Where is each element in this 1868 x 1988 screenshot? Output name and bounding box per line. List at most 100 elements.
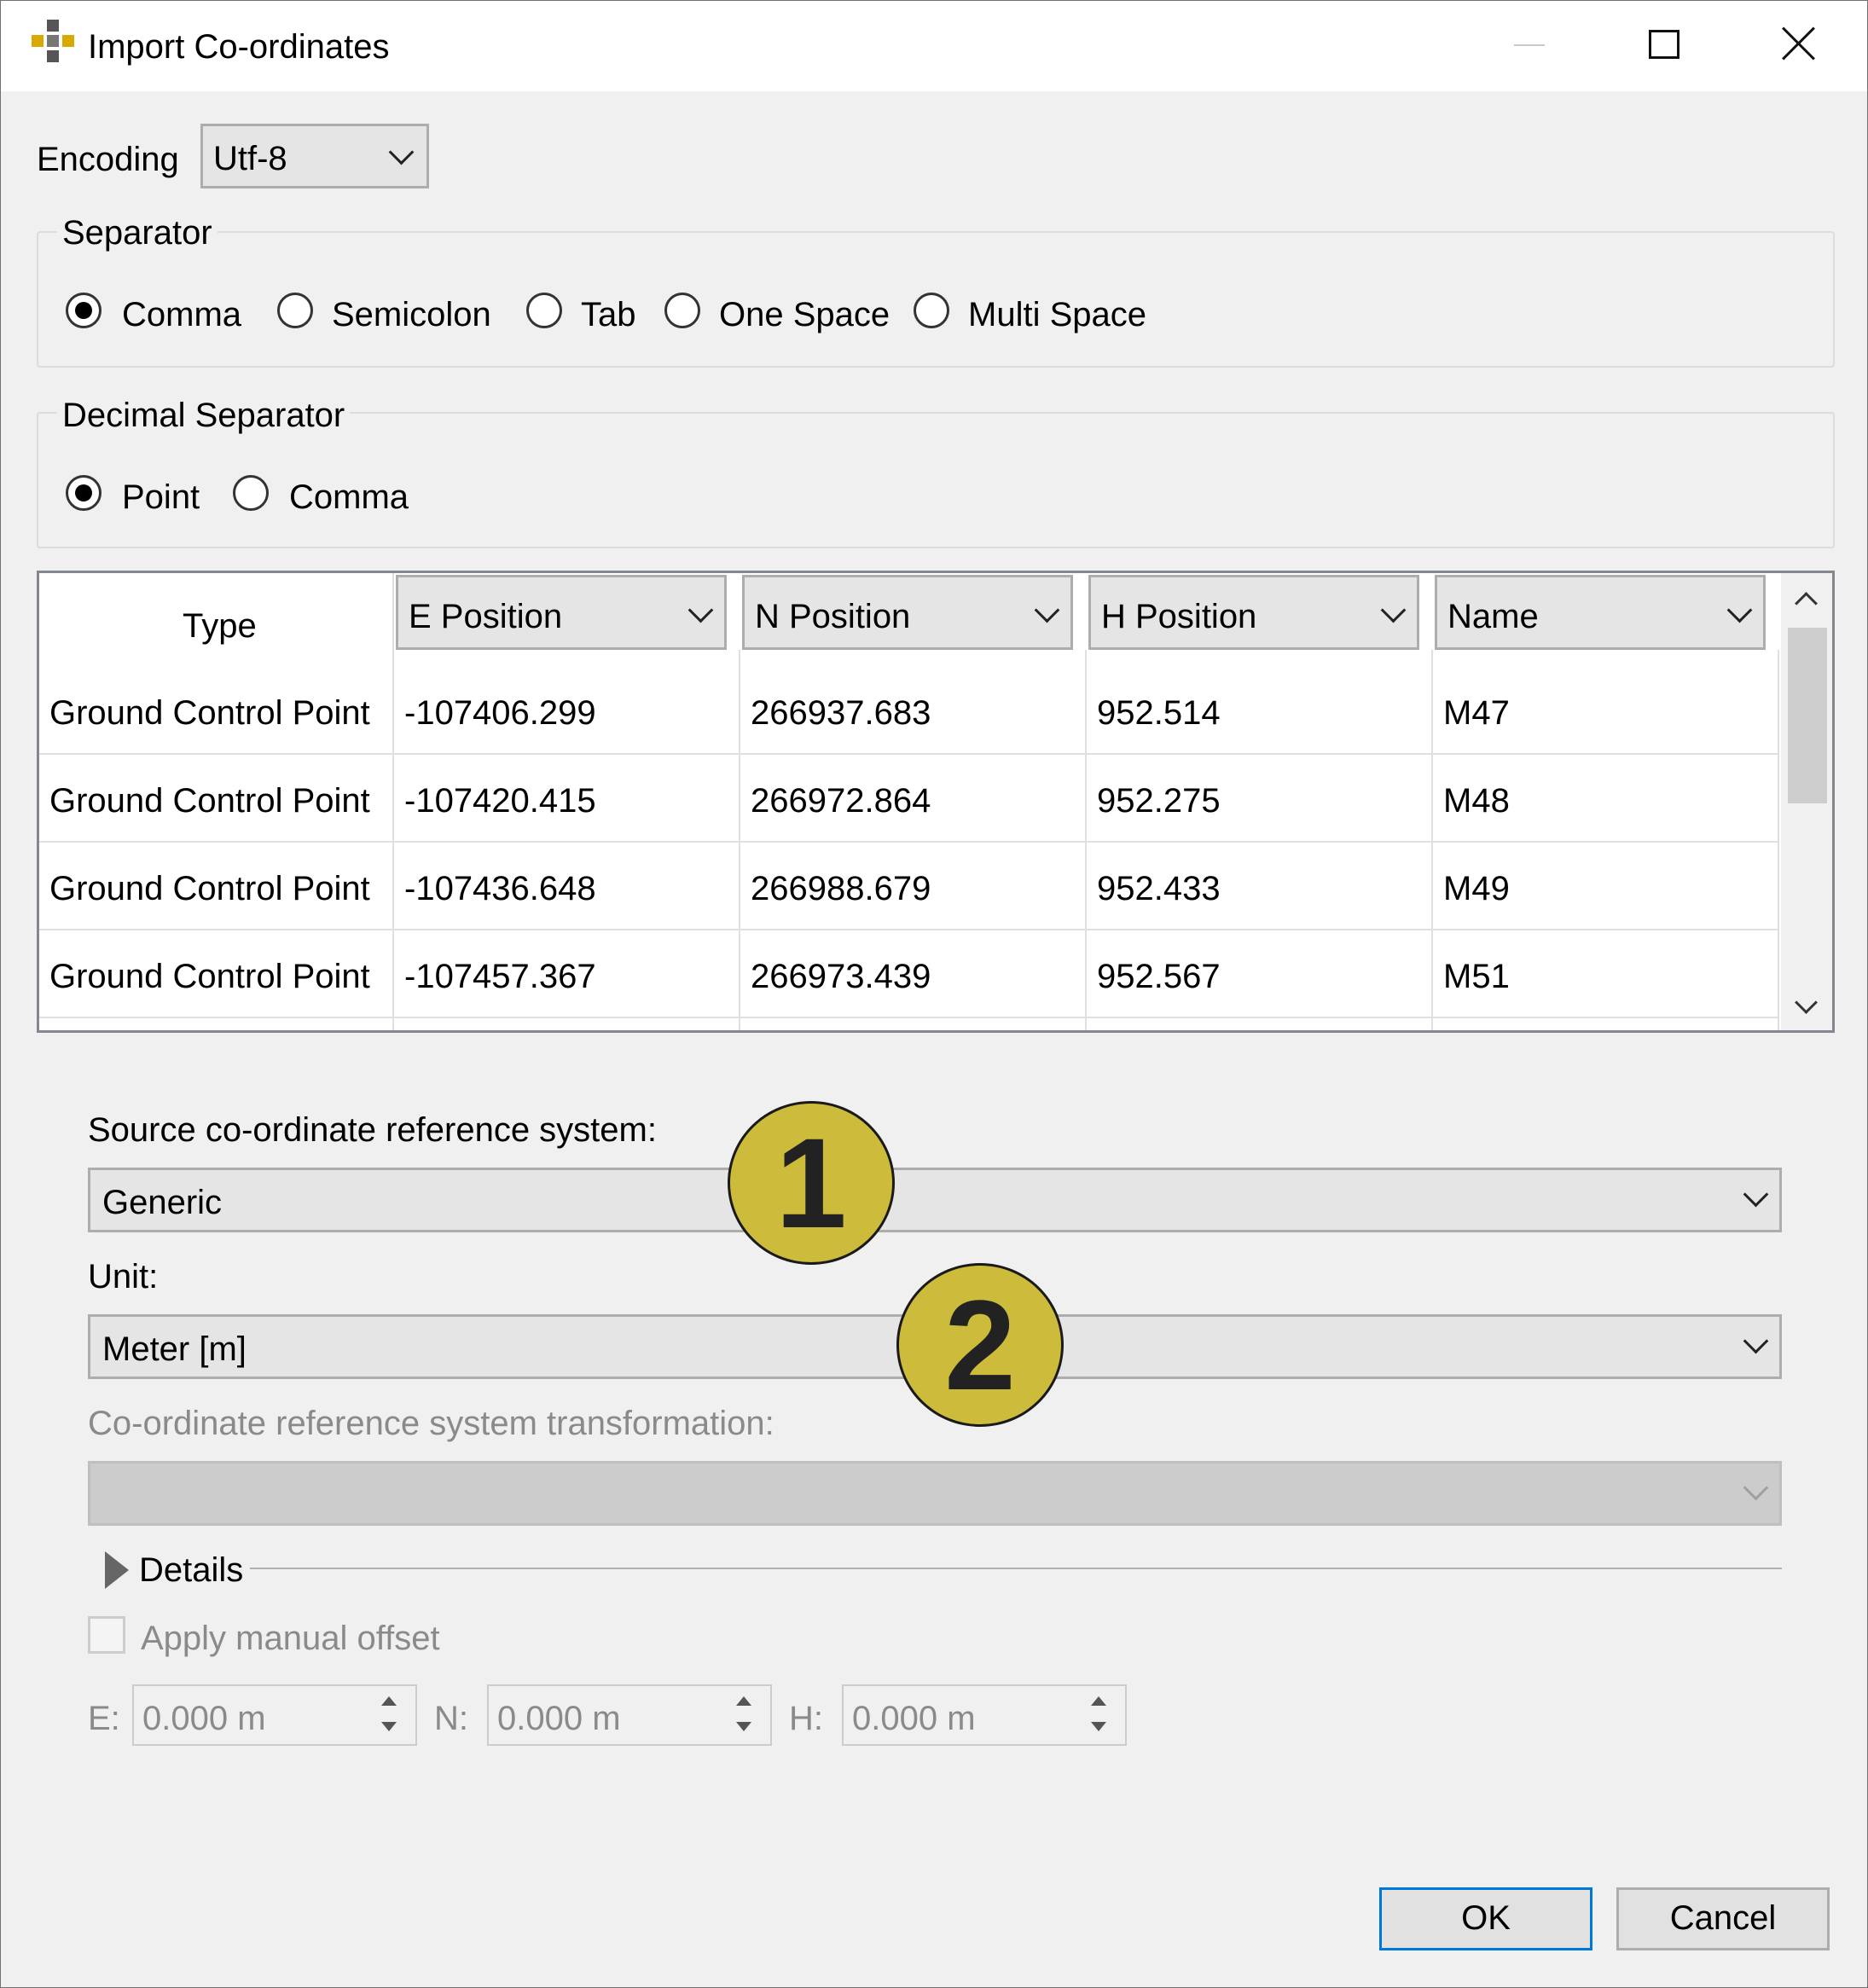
maximize-icon[interactable] (1649, 30, 1679, 59)
spin-up-icon[interactable] (381, 1696, 397, 1706)
window-title: Import Co-ordinates (88, 28, 390, 66)
offset-e-label: E: (88, 1700, 120, 1737)
apply-offset-label: Apply manual offset (141, 1620, 440, 1657)
cell-n-position: 266937.683 (751, 694, 931, 732)
cell-e-position: -107406.299 (404, 694, 596, 732)
chevron-down-icon (1380, 597, 1407, 623)
separator-semicolon-label[interactable]: Semicolon (332, 298, 491, 332)
offset-e-value: 0.000 m (142, 1700, 266, 1737)
cell-h-position: 952.514 (1097, 694, 1221, 732)
ok-button[interactable]: OK (1379, 1887, 1592, 1950)
column-header-n-position[interactable]: N Position (742, 575, 1073, 650)
chevron-down-icon (388, 139, 415, 165)
vertical-scrollbar[interactable] (1781, 573, 1832, 1030)
column-divider (1778, 650, 1779, 1030)
column-header-h-position[interactable]: H Position (1088, 575, 1419, 650)
scroll-up-icon[interactable] (1795, 592, 1818, 615)
details-label: Details (139, 1551, 244, 1589)
radio-selected-dot (75, 484, 92, 501)
expand-triangle-icon (105, 1551, 129, 1589)
separator-one-space-label[interactable]: One Space (719, 298, 890, 332)
offset-h-value: 0.000 m (852, 1700, 976, 1737)
offset-n-label: N: (434, 1700, 468, 1737)
scrollbar-thumb[interactable] (1788, 628, 1827, 803)
offset-h-spinbox[interactable]: 0.000 m (842, 1684, 1127, 1746)
separator-tab-radio[interactable] (526, 293, 562, 328)
offset-n-spinbox[interactable]: 0.000 m (487, 1684, 772, 1746)
separator-semicolon-radio[interactable] (277, 293, 313, 328)
annotation-badge-2: 2 (896, 1263, 1064, 1427)
crs-transformation-label: Co-ordinate reference system transformat… (88, 1405, 774, 1442)
radio-selected-dot (75, 302, 92, 319)
decimal-point-radio[interactable] (66, 475, 102, 511)
cell-type: Ground Control Point (49, 782, 370, 820)
separator-one-space-radio[interactable] (664, 293, 700, 328)
cell-name: M49 (1443, 870, 1510, 907)
coordinates-table: Type E Position N Position H Position Na… (37, 571, 1835, 1033)
spin-down-icon[interactable] (381, 1722, 397, 1731)
app-icon (32, 20, 76, 64)
spin-up-icon[interactable] (1091, 1696, 1106, 1706)
cell-name: M47 (1443, 694, 1510, 732)
row-divider (39, 841, 1778, 843)
cell-e-position: -107436.648 (404, 870, 596, 907)
cell-name: M51 (1443, 958, 1510, 995)
decimal-separator-legend: Decimal Separator (57, 398, 351, 432)
row-divider (39, 929, 1778, 930)
decimal-comma-radio[interactable] (233, 475, 269, 511)
offset-n-value: 0.000 m (497, 1700, 621, 1737)
column-header-e-position[interactable]: E Position (396, 575, 727, 650)
cell-e-position: -107457.367 (404, 958, 596, 995)
unit-label: Unit: (88, 1258, 159, 1295)
encoding-select[interactable]: Utf-8 (200, 124, 429, 188)
decimal-comma-label[interactable]: Comma (289, 480, 409, 514)
column-header-label: N Position (755, 598, 911, 635)
row-divider (39, 753, 1778, 755)
spin-down-icon[interactable] (736, 1722, 751, 1731)
cell-type: Ground Control Point (49, 958, 370, 995)
title-bar: Import Co-ordinates (1, 1, 1867, 91)
crs-transformation-select[interactable] (88, 1461, 1782, 1526)
column-divider (392, 573, 394, 1030)
minimize-icon[interactable] (1514, 44, 1545, 46)
details-expander[interactable]: Details (102, 1546, 272, 1594)
column-header-type: Type (183, 607, 257, 645)
source-crs-select[interactable]: Generic (88, 1168, 1782, 1232)
close-icon[interactable] (1782, 26, 1816, 61)
separator-multi-space-radio[interactable] (914, 293, 949, 328)
import-coordinates-dialog: Import Co-ordinates Encoding Utf-8 Separ… (0, 0, 1868, 1988)
cancel-button[interactable]: Cancel (1616, 1887, 1830, 1950)
unit-value: Meter [m] (102, 1330, 247, 1368)
encoding-value: Utf-8 (213, 140, 287, 177)
scroll-down-icon[interactable] (1795, 991, 1818, 1014)
cell-n-position: 266988.679 (751, 870, 931, 907)
column-header-label: H Position (1101, 598, 1257, 635)
chevron-down-icon (1743, 1181, 1769, 1208)
cell-e-position: -107420.415 (404, 782, 596, 820)
separator-legend: Separator (57, 216, 218, 250)
separator-tab-label[interactable]: Tab (581, 298, 636, 332)
separator-comma-radio[interactable] (66, 293, 102, 328)
chevron-down-icon (687, 597, 714, 623)
separator-multi-space-label[interactable]: Multi Space (968, 298, 1146, 332)
cell-type: Ground Control Point (49, 694, 370, 732)
chevron-down-icon (1743, 1328, 1769, 1354)
column-header-name[interactable]: Name (1435, 575, 1766, 650)
cell-type: Ground Control Point (49, 870, 370, 907)
row-divider (39, 1017, 1778, 1018)
column-header-label: E Position (409, 598, 563, 635)
offset-e-spinbox[interactable]: 0.000 m (132, 1684, 417, 1746)
cell-n-position: 266972.864 (751, 782, 931, 820)
spin-down-icon[interactable] (1091, 1722, 1106, 1731)
offset-h-label: H: (789, 1700, 823, 1737)
source-crs-value: Generic (102, 1184, 223, 1221)
separator-comma-label[interactable]: Comma (122, 298, 241, 332)
apply-offset-checkbox[interactable] (88, 1616, 125, 1654)
cell-n-position: 266973.439 (751, 958, 931, 995)
cell-h-position: 952.433 (1097, 870, 1221, 907)
spin-up-icon[interactable] (736, 1696, 751, 1706)
decimal-point-label[interactable]: Point (122, 480, 200, 514)
cell-name: M48 (1443, 782, 1510, 820)
chevron-down-icon (1726, 597, 1753, 623)
cell-h-position: 952.275 (1097, 782, 1221, 820)
